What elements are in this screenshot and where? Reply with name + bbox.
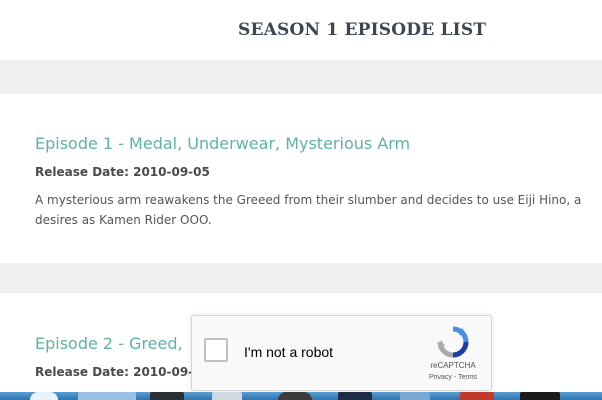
release-date: Release Date: 2010-09-05 <box>35 165 210 179</box>
start-orb-icon[interactable] <box>30 392 58 400</box>
section-divider <box>0 60 602 94</box>
taskbar-app-icon[interactable] <box>150 392 184 400</box>
recaptcha-widget: I'm not a robot reCAPTCHA Privacy - Term… <box>191 315 492 391</box>
recaptcha-logo-icon <box>437 326 469 358</box>
season-header: SEASON 1 EPISODE LIST <box>0 0 602 60</box>
taskbar-app-icon[interactable] <box>278 392 312 400</box>
page: SEASON 1 EPISODE LIST Episode 1 - Medal,… <box>0 0 602 400</box>
recaptcha-label: I'm not a robot <box>244 344 334 360</box>
page-title: SEASON 1 EPISODE LIST <box>238 20 487 40</box>
taskbar-app-icon[interactable] <box>460 392 494 400</box>
recaptcha-links: Privacy - Terms <box>420 374 486 381</box>
recaptcha-brand: reCAPTCHA <box>430 361 476 370</box>
episode-card: Episode 1 - Medal, Underwear, Mysterious… <box>0 94 602 263</box>
episode-title-link[interactable]: Episode 1 - Medal, Underwear, Mysterious… <box>35 134 410 153</box>
summary-line: A mysterious arm reawakens the Greeed fr… <box>35 193 582 207</box>
recaptcha-checkbox[interactable] <box>204 338 228 362</box>
section-divider <box>0 263 602 293</box>
privacy-link[interactable]: Privacy <box>429 374 452 381</box>
summary-line: desires as Kamen Rider OOO. <box>35 213 212 227</box>
taskbar-app-icon[interactable] <box>212 392 242 400</box>
taskbar <box>0 392 602 400</box>
episode-title-link[interactable]: Episode 2 - Greed, <box>35 334 183 353</box>
terms-link[interactable]: Terms <box>458 374 477 381</box>
taskbar-app-icon[interactable] <box>338 392 372 400</box>
taskbar-app-icon[interactable] <box>520 392 560 400</box>
release-date: Release Date: 2010-09-1 <box>35 365 202 379</box>
taskbar-app-icon[interactable] <box>78 392 136 400</box>
taskbar-app-icon[interactable] <box>400 392 430 400</box>
episode-summary: A mysterious arm reawakens the Greeed fr… <box>35 190 602 230</box>
